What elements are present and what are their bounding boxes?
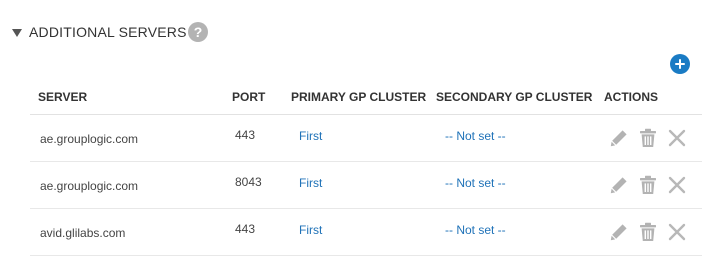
- add-server-button[interactable]: [670, 54, 690, 74]
- secondary-cluster-link[interactable]: -- Not set --: [445, 129, 506, 143]
- primary-cluster-link[interactable]: First: [299, 129, 322, 143]
- trash-icon[interactable]: [637, 174, 659, 196]
- table-row: ae.grouplogic.com 8043 First -- Not set …: [30, 162, 702, 209]
- secondary-cluster-link[interactable]: -- Not set --: [445, 176, 506, 190]
- column-header-secondary-cluster: SECONDARY GP CLUSTER: [436, 90, 593, 104]
- column-header-server: SERVER: [38, 90, 88, 104]
- row-actions: [608, 221, 688, 243]
- port-cell: 8043: [235, 175, 262, 189]
- secondary-cluster-link[interactable]: -- Not set --: [445, 223, 506, 237]
- close-icon[interactable]: [666, 127, 688, 149]
- port-cell: 443: [235, 128, 256, 142]
- server-cell: ae.grouplogic.com: [40, 179, 139, 193]
- primary-cluster-link[interactable]: First: [299, 223, 322, 237]
- table-header: SERVER PORT PRIMARY GP CLUSTER SECONDARY…: [30, 82, 702, 115]
- pencil-icon[interactable]: [608, 127, 630, 149]
- close-icon[interactable]: [666, 174, 688, 196]
- port-cell: 443: [235, 222, 256, 236]
- trash-icon[interactable]: [637, 221, 659, 243]
- table-row: ae.grouplogic.com 443 First -- Not set -…: [30, 115, 702, 162]
- server-cell: ae.grouplogic.com: [40, 132, 139, 146]
- primary-cluster-link[interactable]: First: [299, 176, 322, 190]
- section-toggle[interactable]: ADDITIONAL SERVERS: [12, 20, 187, 44]
- row-actions: [608, 127, 688, 149]
- column-header-port: PORT: [232, 90, 266, 104]
- table-row: avid.glilabs.com 443 First -- Not set --: [30, 209, 702, 256]
- row-actions: [608, 174, 688, 196]
- trash-icon[interactable]: [637, 127, 659, 149]
- question-mark-icon[interactable]: ?: [188, 22, 208, 42]
- column-header-actions: ACTIONS: [604, 90, 658, 104]
- section-title: ADDITIONAL SERVERS: [29, 24, 187, 40]
- server-cell: avid.glilabs.com: [40, 226, 126, 240]
- close-icon[interactable]: [666, 221, 688, 243]
- servers-table: SERVER PORT PRIMARY GP CLUSTER SECONDARY…: [30, 82, 702, 256]
- pencil-icon[interactable]: [608, 174, 630, 196]
- pencil-icon[interactable]: [608, 221, 630, 243]
- column-header-primary-cluster: PRIMARY GP CLUSTER: [291, 90, 427, 104]
- caret-down-icon: [12, 28, 22, 37]
